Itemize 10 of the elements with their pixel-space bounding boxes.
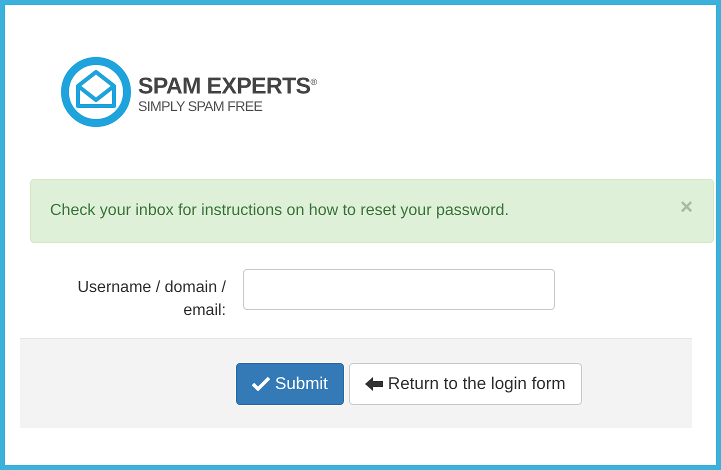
field-label: Username / domain / email: (76, 278, 226, 321)
submit-button[interactable]: Submit (236, 362, 344, 404)
username-field[interactable] (243, 269, 555, 310)
checkmark-icon (252, 376, 270, 391)
arrow-left-icon (364, 376, 383, 390)
brand-tagline: SIMPLY SPAM FREE (138, 98, 264, 114)
return-button[interactable]: Return to the login form (348, 362, 582, 404)
alert-message: Check your inbox for instructions on how to reset your password. (50, 202, 509, 220)
envelope-logo-icon (60, 56, 132, 128)
brand-name: SPAM EXPERTS$^{®}$ (138, 72, 317, 98)
